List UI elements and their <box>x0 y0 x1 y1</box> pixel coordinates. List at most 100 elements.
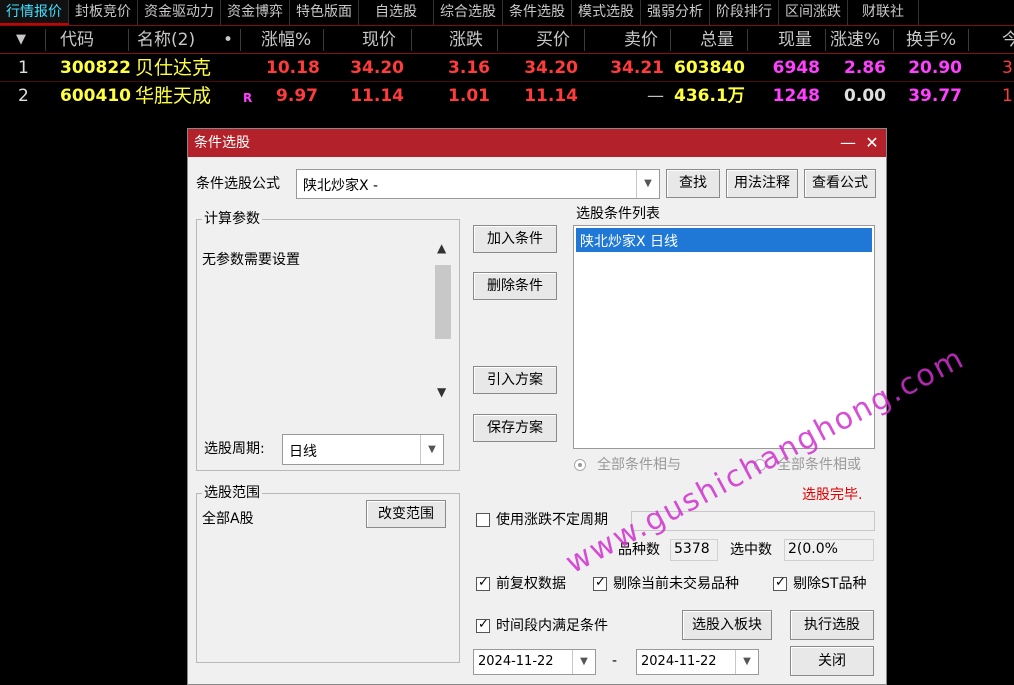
remove-st-checkbox[interactable] <box>773 575 787 591</box>
speed: 2.86 <box>844 58 886 78</box>
usage-notes-button[interactable]: 用法注释 <box>726 169 798 198</box>
range-group-title: 选股范围 <box>202 484 262 502</box>
chevron-down-icon[interactable]: ▼ <box>572 650 595 674</box>
date-from-picker[interactable]: 2024-11-22 ▼ <box>473 649 596 675</box>
chevron-down-icon[interactable]: ▼ <box>735 650 758 674</box>
header-change[interactable]: 涨跌 <box>449 26 483 54</box>
radio-all-and-label: 全部条件相与 <box>597 457 681 473</box>
tab-range-change[interactable]: 区间涨跌 <box>779 0 848 25</box>
count-label: 品种数 <box>618 542 660 558</box>
current-volume: 1248 <box>772 86 820 106</box>
change: 1.01 <box>448 86 490 106</box>
tab-pattern-screen[interactable]: 模式选股 <box>572 0 641 25</box>
tab-watchlist[interactable]: 自选股 <box>359 0 434 25</box>
radio-all-or[interactable] <box>754 459 766 471</box>
close-icon[interactable]: ✕ <box>862 129 882 157</box>
save-plan-button[interactable]: 保存方案 <box>473 414 557 442</box>
volume: 603840 <box>674 58 745 78</box>
view-formula-button[interactable]: 查看公式 <box>804 169 876 198</box>
pct-change: 9.97 <box>276 86 318 106</box>
radio-all-and[interactable] <box>574 459 586 471</box>
header-extra[interactable]: 今 <box>1002 26 1014 54</box>
selected-field: 2(0.0% <box>784 539 874 561</box>
header-cur-volume[interactable]: 现量 <box>778 26 812 54</box>
margin-flag-badge: R <box>243 91 253 105</box>
tab-capital-drive[interactable]: 资金驱动力 <box>138 0 221 25</box>
turnover: 20.90 <box>908 58 962 78</box>
selected-label: 选中数 <box>730 542 772 558</box>
volume: 436.1万 <box>674 86 745 106</box>
chevron-down-icon[interactable]: ▼ <box>636 170 659 198</box>
sort-toggle-icon[interactable]: ▼ <box>16 26 26 54</box>
remove-notrade-checkbox[interactable] <box>593 575 607 591</box>
header-name[interactable]: 名称(2) <box>137 26 195 54</box>
tab-quotes[interactable]: 行情报价 <box>0 0 69 25</box>
stock-name: 华胜天成 <box>135 85 212 107</box>
header-speed[interactable]: 涨速% <box>830 26 880 54</box>
formula-select[interactable]: 陕北炒家X - ▼ <box>296 169 660 199</box>
date-to-picker[interactable]: 2024-11-22 ▼ <box>636 649 759 675</box>
time-range-label: 时间段内满足条件 <box>496 618 608 634</box>
scroll-thumb[interactable] <box>435 265 451 339</box>
uncertain-period-input[interactable] <box>631 511 875 531</box>
minimize-icon[interactable]: — <box>838 129 858 157</box>
count-field: 5378 <box>670 539 718 561</box>
tab-cls[interactable]: 财联社 <box>848 0 919 25</box>
uncertain-period-checkbox[interactable] <box>476 513 490 527</box>
import-plan-button[interactable]: 引入方案 <box>473 366 557 394</box>
formula-value: 陕北炒家X - <box>303 178 379 194</box>
period-select[interactable]: 日线 ▼ <box>282 434 444 465</box>
radio-all-or-label: 全部条件相或 <box>777 457 861 473</box>
header-bid[interactable]: 买价 <box>536 26 570 54</box>
tab-featured[interactable]: 特色版面 <box>290 0 359 25</box>
params-scrollbar[interactable]: ▲ ▼ <box>433 239 453 403</box>
tab-composite-screen[interactable]: 综合选股 <box>434 0 503 25</box>
extra: 3 <box>1002 58 1013 78</box>
header-ask[interactable]: 卖价 <box>624 26 658 54</box>
forward-adjust-checkbox[interactable] <box>476 575 490 591</box>
change: 3.16 <box>448 58 490 78</box>
list-item[interactable]: 陕北炒家X 日线 <box>576 228 872 252</box>
tab-limit-bid[interactable]: 封板竞价 <box>69 0 138 25</box>
table-row[interactable]: 1 300822 贝仕达克 10.18 34.20 3.16 34.20 34.… <box>0 54 1014 82</box>
stock-code: 300822 <box>60 58 131 78</box>
row-index: 1 <box>18 58 29 78</box>
top-tab-bar: 行情报价 封板竞价 资金驱动力 资金博弈 特色版面 自选股 综合选股 条件选股 … <box>0 0 1014 26</box>
tab-condition-screen[interactable]: 条件选股 <box>503 0 572 25</box>
header-flag[interactable]: • <box>223 26 233 54</box>
scroll-down-icon[interactable]: ▼ <box>437 385 446 399</box>
chevron-down-icon[interactable]: ▼ <box>420 435 443 464</box>
extra: 1 <box>1002 86 1013 106</box>
pct-change: 10.18 <box>266 58 320 78</box>
close-button[interactable]: 关闭 <box>790 646 874 676</box>
dialog-titlebar[interactable]: 条件选股 — ✕ <box>188 129 886 157</box>
header-turnover[interactable]: 换手% <box>906 26 956 54</box>
add-condition-button[interactable]: 加入条件 <box>473 225 557 253</box>
execute-screen-button[interactable]: 执行选股 <box>790 610 874 640</box>
tab-stage-rank[interactable]: 阶段排行 <box>710 0 779 25</box>
scroll-up-icon[interactable]: ▲ <box>437 241 446 255</box>
speed: 0.00 <box>844 86 886 106</box>
header-pct-change[interactable]: 涨幅% <box>261 26 311 54</box>
header-volume[interactable]: 总量 <box>700 26 734 54</box>
stock-name: 贝仕达克 <box>135 57 212 79</box>
find-button[interactable]: 查找 <box>666 169 720 198</box>
row-index: 2 <box>18 86 29 106</box>
bid: 11.14 <box>524 86 578 106</box>
dialog-title: 条件选股 <box>194 135 250 151</box>
tab-strength[interactable]: 强弱分析 <box>641 0 710 25</box>
header-price[interactable]: 现价 <box>362 26 396 54</box>
ask: — <box>647 86 664 106</box>
condition-list[interactable]: 陕北炒家X 日线 <box>573 225 875 449</box>
ask: 34.21 <box>610 58 664 78</box>
period-label: 选股周期: <box>204 441 265 457</box>
stock-code: 600410 <box>60 86 131 106</box>
time-range-checkbox[interactable] <box>476 617 490 633</box>
header-code[interactable]: 代码 <box>60 26 94 54</box>
delete-condition-button[interactable]: 删除条件 <box>473 272 557 300</box>
add-to-block-button[interactable]: 选股入板块 <box>682 610 772 640</box>
table-row[interactable]: 2 600410 华胜天成 R 9.97 11.14 1.01 11.14 — … <box>0 82 1014 110</box>
price: 11.14 <box>350 86 404 106</box>
change-range-button[interactable]: 改变范围 <box>366 500 446 528</box>
tab-capital-game[interactable]: 资金博弈 <box>221 0 290 25</box>
